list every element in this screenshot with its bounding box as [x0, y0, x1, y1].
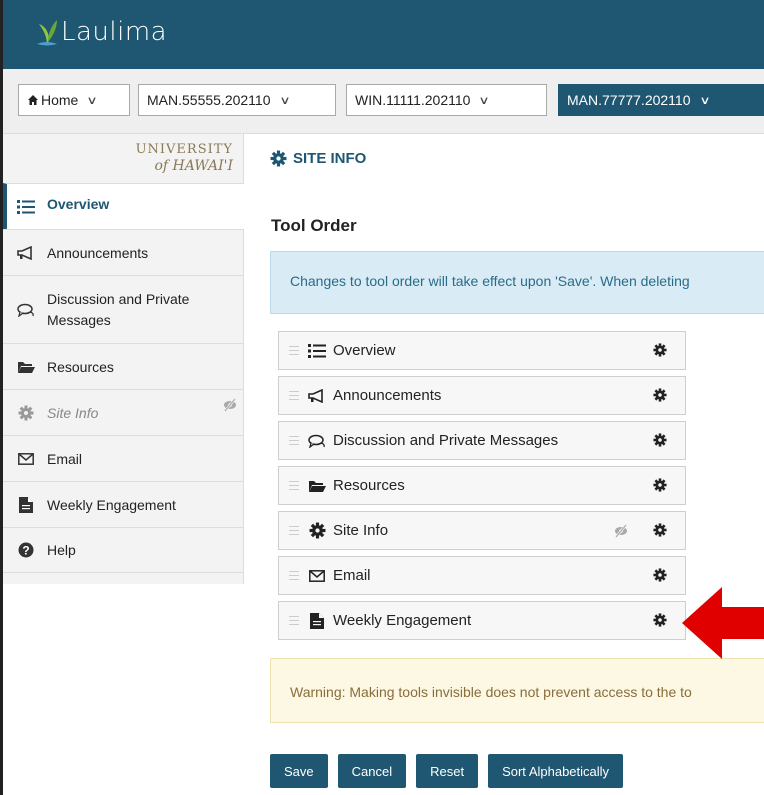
sidebar-item-label: Discussion and Private Messages — [47, 290, 190, 328]
gear-icon[interactable] — [653, 478, 667, 492]
page-title: SITE INFO — [270, 150, 366, 167]
tool-label: Weekly Engagement — [333, 612, 472, 629]
sidebar-item-discussion[interactable]: Discussion and Private Messages — [3, 275, 244, 343]
gear-icon — [18, 405, 34, 420]
sidebar-item-label: Site Info — [47, 404, 99, 421]
tool-row-email[interactable]: Email — [278, 556, 686, 595]
eye-slash-icon[interactable] — [613, 524, 629, 538]
tool-label: Resources — [333, 477, 405, 494]
megaphone-icon — [17, 245, 32, 260]
gear-icon[interactable] — [653, 343, 667, 357]
university-logo: UNIVERSITY of HAWAI'I — [136, 142, 233, 174]
red-arrow-annotation-icon — [682, 587, 764, 659]
question-icon: ? — [18, 542, 34, 558]
folder-icon — [309, 480, 326, 492]
laulima-logo[interactable]: Laulima — [35, 16, 167, 48]
sidebar-item-label: Help — [47, 542, 76, 558]
drag-handle-icon[interactable] — [289, 526, 299, 535]
tool-label: Overview — [333, 342, 396, 359]
site-tab-label: MAN.55555.202110 — [147, 92, 271, 108]
svg-text:?: ? — [22, 544, 29, 558]
sidebar-item-label: Announcements — [47, 244, 149, 261]
chat-icon — [17, 303, 34, 317]
gear-icon — [309, 522, 325, 539]
gear-icon[interactable] — [653, 523, 667, 537]
tool-row-discussion[interactable]: Discussion and Private Messages — [278, 421, 686, 460]
sidebar-item-site-info[interactable]: Site Info — [3, 389, 244, 435]
university-logo-line1: UNIVERSITY — [135, 142, 233, 157]
tool-row-resources[interactable]: Resources — [278, 466, 686, 505]
save-button[interactable]: Save — [270, 754, 328, 788]
university-logo-line2: of HAWAI'I — [154, 158, 233, 174]
sidebar-item-resources[interactable]: Resources — [3, 343, 244, 389]
warning-alert: Warning: Making tools invisible does not… — [270, 658, 764, 723]
sidebar-item-overview[interactable]: Overview — [3, 183, 244, 229]
drag-handle-icon[interactable] — [289, 616, 299, 625]
chevron-down-icon: ∨ — [278, 94, 291, 107]
gear-icon[interactable] — [653, 433, 667, 447]
megaphone-icon — [308, 388, 323, 403]
gear-icon[interactable] — [653, 388, 667, 402]
tool-label: Announcements — [333, 387, 442, 404]
envelope-icon — [309, 569, 325, 582]
sidebar-item-email[interactable]: Email — [3, 435, 244, 481]
drag-handle-icon[interactable] — [289, 391, 299, 400]
sidebar-item-label: Resources — [47, 358, 114, 375]
site-tab-label: WIN.11111.202110 — [355, 92, 471, 108]
tool-row-site-info[interactable]: Site Info — [278, 511, 686, 550]
document-icon — [310, 612, 324, 629]
drag-handle-icon[interactable] — [289, 346, 299, 355]
tool-label: Discussion and Private Messages — [333, 432, 559, 449]
tool-row-overview[interactable]: Overview — [278, 331, 686, 370]
chevron-down-icon: ∨ — [698, 94, 711, 107]
eye-slash-icon — [224, 398, 236, 412]
folder-icon — [18, 361, 35, 373]
cancel-button[interactable]: Cancel — [337, 754, 407, 788]
home-icon — [28, 95, 38, 105]
gear-icon[interactable] — [653, 613, 667, 627]
sidebar-item-label: Email — [47, 450, 83, 467]
tool-sidebar: UNIVERSITY of HAWAI'I Overview Announcem… — [3, 134, 244, 584]
tool-label: Site Info — [333, 522, 389, 539]
sidebar-item-label: Weekly Engagement — [47, 496, 176, 513]
sidebar-item-announcements[interactable]: Announcements — [3, 229, 244, 275]
action-buttons: Save Cancel Reset Sort Alphabetically — [270, 754, 624, 788]
envelope-icon — [18, 452, 34, 465]
site-tab-label: MAN.77777.202110 — [567, 92, 691, 108]
home-site-dropdown[interactable]: Home ∨ — [18, 84, 130, 116]
tool-label: Email — [333, 567, 371, 584]
chevron-down-icon: ∨ — [478, 94, 491, 107]
sidebar-item-weekly-engagement[interactable]: Weekly Engagement — [3, 481, 244, 527]
site-tab-win-11111[interactable]: WIN.11111.202110 ∨ — [346, 84, 547, 116]
list-icon — [17, 199, 35, 214]
tool-nav: Overview Announcements Discussion and Pr… — [3, 183, 244, 573]
info-alert: Changes to tool order will take effect u… — [270, 251, 764, 314]
gear-icon — [270, 150, 287, 167]
tool-order-heading: Tool Order — [271, 216, 357, 235]
site-tab-man-55555[interactable]: MAN.55555.202110 ∨ — [138, 84, 336, 116]
site-tab-man-77777[interactable]: MAN.77777.202110 ∨ — [558, 84, 764, 116]
list-icon — [308, 343, 326, 358]
app-header: Laulima — [3, 0, 764, 69]
gear-icon[interactable] — [653, 568, 667, 582]
reset-button[interactable]: Reset — [416, 754, 479, 788]
home-label: Home — [41, 92, 79, 108]
page-title-text: SITE INFO — [293, 150, 367, 167]
chat-icon — [308, 434, 325, 448]
site-navigation-bar: Home ∨ MAN.55555.202110 ∨ WIN.11111.2021… — [3, 69, 764, 134]
tool-row-announcements[interactable]: Announcements — [278, 376, 686, 415]
document-icon — [19, 496, 33, 513]
tool-row-weekly-engagement[interactable]: Weekly Engagement — [278, 601, 686, 640]
drag-handle-icon[interactable] — [289, 481, 299, 490]
app-title: Laulima — [61, 17, 168, 47]
chevron-down-icon: ∨ — [86, 94, 99, 107]
sidebar-item-help[interactable]: ? Help — [3, 527, 244, 573]
leaf-logo-icon — [37, 20, 57, 46]
sort-alphabetically-button[interactable]: Sort Alphabetically — [488, 754, 624, 788]
drag-handle-icon[interactable] — [289, 571, 299, 580]
sidebar-item-label: Overview — [47, 195, 110, 212]
drag-handle-icon[interactable] — [289, 436, 299, 445]
